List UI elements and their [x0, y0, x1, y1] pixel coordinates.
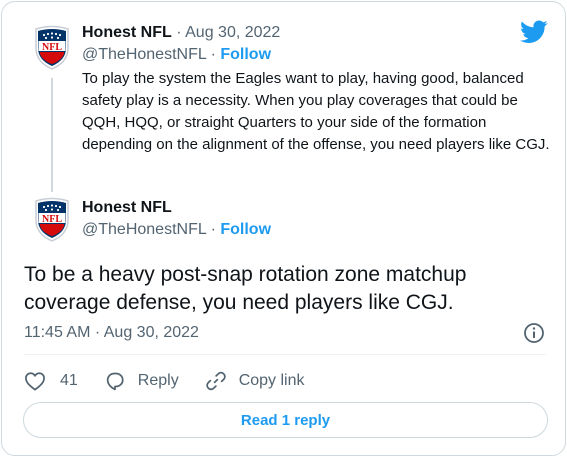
tweet-embed-card: NFL Honest NFL · Aug 30, 2022 @TheHonest…: [1, 1, 566, 456]
avatar[interactable]: NFL: [27, 194, 77, 244]
tweet-timestamp[interactable]: 11:45 AM · Aug 30, 2022: [24, 324, 199, 342]
separator: ·: [206, 46, 221, 63]
action-bar: 41 Reply Copy link: [24, 368, 331, 394]
read-reply-label: Read 1 reply: [240, 411, 331, 429]
separator: ·: [206, 221, 221, 238]
separator: ·: [171, 24, 186, 41]
copy-link-button[interactable]: Copy link: [205, 370, 305, 392]
svg-text:NFL: NFL: [42, 42, 62, 53]
avatar[interactable]: NFL: [27, 22, 77, 72]
main-tweet-handle-row: @TheHonestNFL · Follow: [82, 221, 271, 239]
author-handle[interactable]: @TheHonestNFL: [82, 46, 206, 63]
svg-text:NFL: NFL: [42, 214, 62, 225]
quoted-tweet-header: Honest NFL · Aug 30, 2022: [82, 24, 280, 42]
divider: [24, 354, 546, 355]
link-icon: [205, 371, 226, 391]
quoted-tweet-text: To play the system the Eagles want to pl…: [82, 70, 550, 153]
author-name[interactable]: Honest NFL: [82, 199, 172, 216]
thread-connector-line: [51, 78, 53, 192]
reply-bubble-icon: [106, 372, 124, 391]
main-tweet-header: Honest NFL: [82, 199, 172, 217]
nfl-shield-logo-icon: NFL: [35, 197, 69, 242]
main-tweet-text: To be a heavy post-snap rotation zone ma…: [24, 263, 467, 314]
follow-button[interactable]: Follow: [220, 221, 271, 238]
author-handle[interactable]: @TheHonestNFL: [82, 221, 206, 238]
reply-label: Reply: [137, 372, 179, 389]
heart-icon: [25, 372, 45, 391]
like-count: 41: [60, 372, 78, 389]
quoted-tweet-handle-row: @TheHonestNFL · Follow: [82, 46, 271, 64]
follow-button[interactable]: Follow: [220, 46, 271, 63]
info-icon[interactable]: [523, 322, 545, 344]
read-reply-button[interactable]: Read 1 reply: [23, 402, 548, 438]
twitter-bird-icon[interactable]: [520, 20, 548, 44]
nfl-shield-logo-icon: NFL: [35, 25, 69, 70]
tweet-date[interactable]: Aug 30, 2022: [185, 24, 280, 41]
author-name[interactable]: Honest NFL: [82, 24, 172, 41]
reply-button[interactable]: Reply: [104, 370, 179, 392]
like-button[interactable]: 41: [24, 371, 78, 391]
copy-link-label: Copy link: [238, 372, 305, 389]
